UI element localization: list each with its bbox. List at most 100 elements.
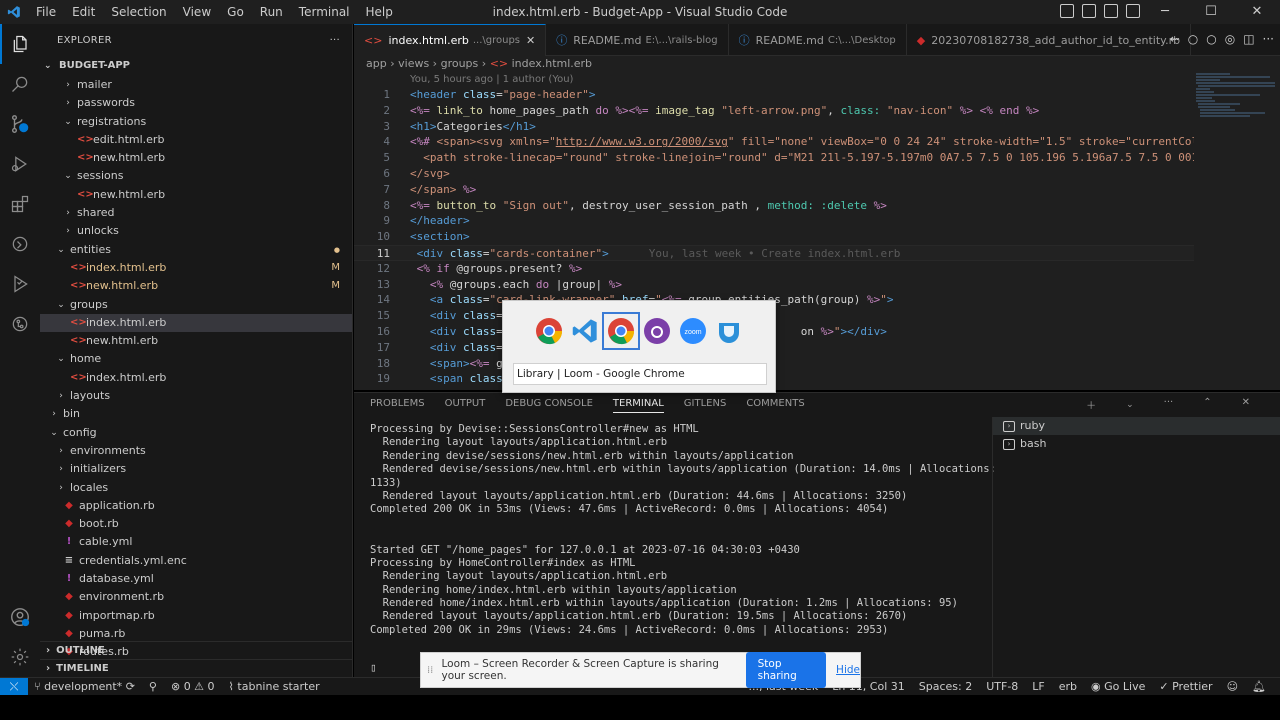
tree-file[interactable]: <> index.html.erb — [40, 369, 352, 387]
close-window-button[interactable]: ✕ — [1234, 0, 1280, 24]
tree-folder[interactable]: ⌄ sessions — [40, 167, 352, 185]
edge-app-icon[interactable] — [715, 317, 743, 345]
tree-file[interactable]: ◆ environment.rb — [40, 588, 352, 606]
github-desktop-app-icon[interactable] — [643, 317, 671, 345]
go-live-button[interactable]: ◉ Go Live — [1091, 680, 1145, 693]
tree-folder[interactable]: › mailer — [40, 76, 352, 94]
tree-folder[interactable]: › initializers — [40, 460, 352, 478]
breadcrumb-item[interactable]: groups — [441, 57, 479, 70]
accounts-icon[interactable] — [0, 597, 40, 637]
breadcrumb-item[interactable]: index.html.erb — [512, 57, 592, 70]
previous-change-icon[interactable]: ○ — [1188, 32, 1198, 46]
chevron-down-icon[interactable]: ⌄ — [1126, 397, 1134, 416]
end-of-line[interactable]: LF — [1032, 680, 1044, 693]
tree-folder[interactable]: › shared — [40, 204, 352, 222]
panel-tab-problems[interactable]: PROBLEMS — [370, 398, 425, 413]
remote-explorer-icon[interactable] — [0, 224, 40, 264]
menu-run[interactable]: Run — [252, 0, 291, 24]
split-editor-icon[interactable]: ◫ — [1243, 32, 1254, 46]
tree-folder[interactable]: › locales — [40, 479, 352, 497]
new-terminal-icon[interactable]: ＋ — [1086, 397, 1096, 416]
tree-folder[interactable]: › unlocks — [40, 222, 352, 240]
remote-indicator-icon[interactable]: ⤬ — [0, 677, 28, 696]
toggle-secondary-sidebar-icon[interactable] — [1104, 4, 1118, 18]
project-root[interactable]: ⌄ BUDGET-APP — [40, 56, 352, 76]
tree-file[interactable]: ! database.yml — [40, 570, 352, 588]
extensions-icon[interactable] — [0, 184, 40, 224]
code-lens-blame[interactable]: You, 5 hours ago | 1 author (You) — [354, 72, 1280, 87]
prettier-status[interactable]: ✓ Prettier — [1159, 680, 1212, 693]
terminal-instance[interactable]: › bash — [993, 435, 1280, 453]
tree-file[interactable]: <> new.html.erb — [40, 186, 352, 204]
tree-folder[interactable]: ⌄ config — [40, 424, 352, 442]
run-debug-icon[interactable] — [0, 144, 40, 184]
terminal-output[interactable]: Processing by Devise::SessionsController… — [370, 423, 996, 637]
tree-file[interactable]: ◆ application.rb — [40, 497, 352, 515]
tree-file[interactable]: ! cable.yml — [40, 533, 352, 551]
tabnine-status[interactable]: ⌇ tabnine starter — [229, 680, 320, 693]
tree-file[interactable]: <> new.html.erb — [40, 332, 352, 350]
customize-layout-icon[interactable] — [1126, 4, 1140, 18]
breadcrumb-item[interactable]: app — [366, 57, 387, 70]
stop-sharing-button[interactable]: Stop sharing — [745, 652, 827, 688]
panel-tab-gitlens[interactable]: GITLENS — [684, 398, 727, 413]
menu-selection[interactable]: Selection — [103, 0, 174, 24]
tree-folder[interactable]: › layouts — [40, 387, 352, 405]
encoding[interactable]: UTF-8 — [986, 680, 1018, 693]
chrome-app-icon[interactable] — [535, 317, 563, 345]
chrome-app-icon[interactable] — [602, 312, 640, 350]
more-actions-icon[interactable]: ··· — [330, 35, 340, 46]
tree-file[interactable]: ◆ importmap.rb — [40, 607, 352, 625]
tree-folder[interactable]: › bin — [40, 405, 352, 423]
panel-tab-terminal[interactable]: TERMINAL — [612, 398, 664, 413]
close-panel-icon[interactable]: ✕ — [1242, 397, 1250, 416]
editor-tab[interactable]: ◆ 20230708182738_add_author_id_to_entity.… — [907, 24, 1192, 56]
panel-tab-comments[interactable]: COMMENTS — [746, 398, 804, 413]
tree-folder[interactable]: ⌄ entities ● — [40, 241, 352, 259]
gitlens-icon[interactable] — [0, 304, 40, 344]
maximize-button[interactable]: ☐ — [1188, 0, 1234, 24]
tree-file[interactable]: <> new.html.erb — [40, 149, 352, 167]
gitlens-inspect-icon[interactable]: ◎ — [1225, 32, 1235, 46]
tree-folder[interactable]: ⌄ groups — [40, 296, 352, 314]
notifications-bell-icon[interactable]: 🔔︎ — [1252, 680, 1266, 693]
more-actions-icon[interactable]: ··· — [1263, 32, 1274, 46]
tree-file[interactable]: <> edit.html.erb — [40, 131, 352, 149]
feedback-icon[interactable]: ☺ — [1227, 680, 1238, 693]
problems-indicator[interactable]: ⊗ 0 ⚠ 0 — [171, 680, 215, 693]
explorer-icon[interactable] — [0, 24, 40, 64]
drag-handle-icon[interactable]: ⁞⁞ — [427, 665, 436, 676]
compare-changes-icon[interactable]: ⇜ — [1170, 32, 1180, 46]
toggle-panel-icon[interactable] — [1082, 4, 1096, 18]
tree-file[interactable]: ◆ boot.rb — [40, 515, 352, 533]
menu-go[interactable]: Go — [219, 0, 252, 24]
tree-file[interactable]: <> index.html.erb — [40, 313, 352, 333]
next-change-icon[interactable]: ○ — [1206, 32, 1216, 46]
tree-folder[interactable]: › environments — [40, 442, 352, 460]
tree-folder[interactable]: ⌄ home — [40, 350, 352, 368]
editor-tab[interactable]: <> index.html.erb ...\groups ✕ — [354, 24, 547, 56]
outline-section[interactable]: › OUTLINE — [40, 641, 352, 659]
settings-gear-icon[interactable] — [0, 637, 40, 677]
menu-help[interactable]: Help — [358, 0, 401, 24]
tree-folder[interactable]: ⌄ registrations — [40, 113, 352, 131]
tree-file[interactable]: ≡ credentials.yml.enc — [40, 552, 352, 570]
terminal-instance[interactable]: › ruby — [993, 417, 1280, 435]
more-actions-icon[interactable]: ··· — [1164, 397, 1174, 416]
minimap[interactable] — [1190, 72, 1280, 132]
timeline-section[interactable]: › TIMELINE — [40, 659, 352, 677]
toggle-primary-sidebar-icon[interactable] — [1060, 4, 1074, 18]
breadcrumb-item[interactable]: views — [398, 57, 429, 70]
close-tab-icon[interactable]: ✕ — [526, 34, 535, 47]
zoom-app-icon[interactable]: zoom — [679, 317, 707, 345]
indentation[interactable]: Spaces: 2 — [919, 680, 972, 693]
menu-edit[interactable]: Edit — [64, 0, 103, 24]
panel-tab-debug-console[interactable]: DEBUG CONSOLE — [505, 398, 593, 413]
panel-tab-output[interactable]: OUTPUT — [445, 398, 486, 413]
minimize-button[interactable]: ─ — [1142, 0, 1188, 24]
testing-icon[interactable] — [0, 264, 40, 304]
tree-file[interactable]: <> index.html.erb M — [40, 259, 352, 277]
gitlens-status-icon[interactable]: ⚲ — [149, 680, 157, 693]
menu-file[interactable]: File — [28, 0, 64, 24]
language-mode[interactable]: erb — [1059, 680, 1077, 693]
